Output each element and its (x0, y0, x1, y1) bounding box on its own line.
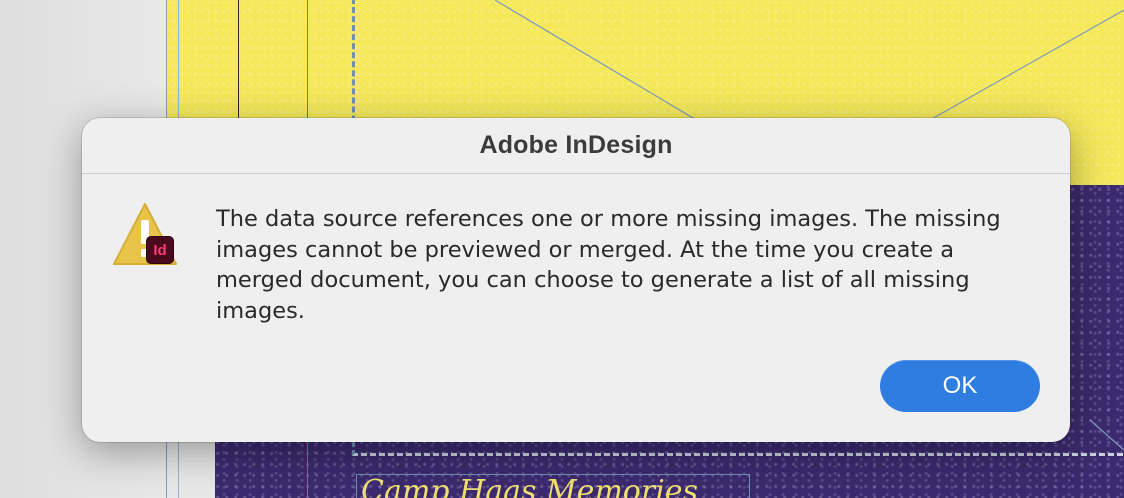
alert-dialog: Adobe InDesign Id The data source refere… (82, 118, 1070, 442)
dialog-titlebar: Adobe InDesign (82, 118, 1070, 174)
script-heading-text-frame[interactable]: Camp Haas Memories (356, 474, 750, 498)
ok-button[interactable]: OK (880, 360, 1040, 412)
warning-icon: Id (112, 202, 178, 268)
dialog-title: Adobe InDesign (479, 131, 673, 159)
screen: Camp Haas Memories Adobe InDesign Id The… (0, 0, 1124, 498)
dialog-message: The data source references one or more m… (216, 206, 1001, 324)
indesign-app-badge: Id (146, 236, 174, 264)
